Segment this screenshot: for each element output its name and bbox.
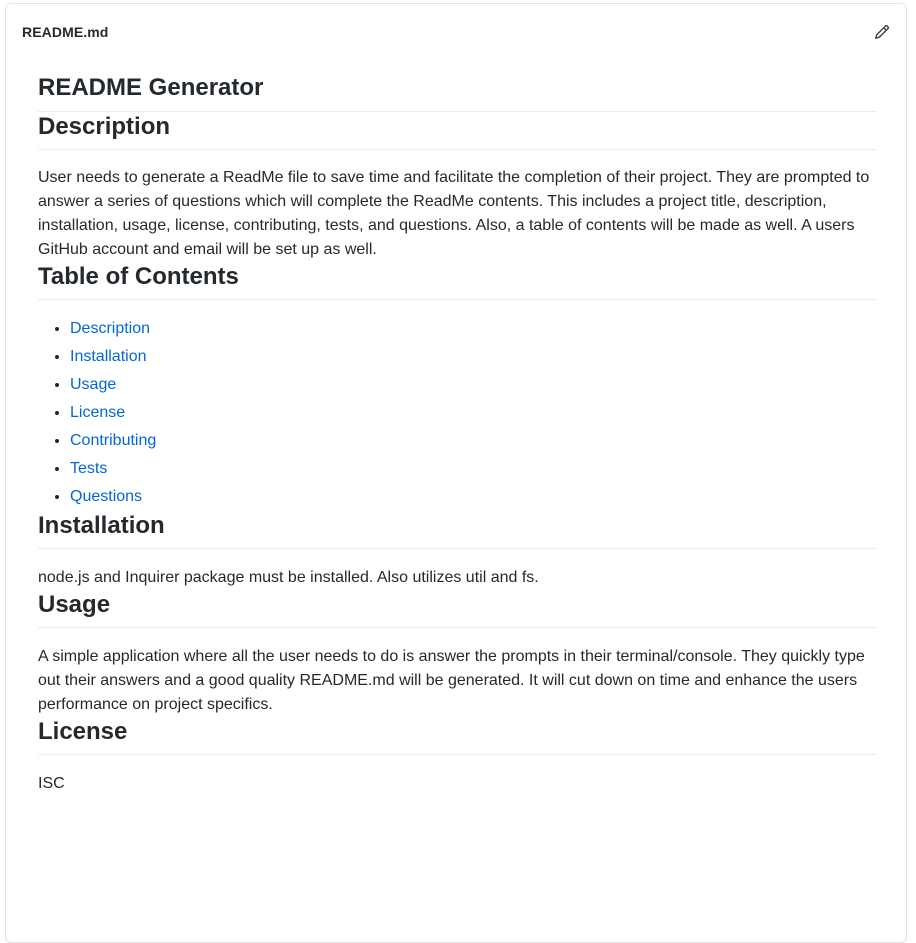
usage-text: A simple application where all the user … <box>38 648 865 713</box>
toc-link-contributing[interactable]: Contributing <box>70 432 156 449</box>
pencil-icon <box>874 24 890 39</box>
license-text: ISC <box>38 775 65 792</box>
edit-file-button[interactable] <box>870 20 894 44</box>
toc-item: Installation <box>70 343 876 371</box>
toc-link-usage[interactable]: Usage <box>70 376 116 393</box>
readme-header: README.md <box>6 4 906 59</box>
readme-container: README.md README Generator Description U… <box>5 3 907 943</box>
toc-heading: Table of Contents <box>38 262 876 300</box>
toc-item: Tests <box>70 455 876 483</box>
toc-item: Usage <box>70 371 876 399</box>
toc-link-license[interactable]: License <box>70 404 125 421</box>
toc-link-description[interactable]: Description <box>70 320 150 337</box>
installation-text: node.js and Inquirer package must be ins… <box>38 569 539 586</box>
description-heading: Description <box>38 112 876 150</box>
file-name: README.md <box>22 23 109 40</box>
readme-title: README Generator <box>38 59 876 112</box>
toc-link-tests[interactable]: Tests <box>70 460 107 477</box>
installation-heading: Installation <box>38 511 876 549</box>
markdown-body: README Generator Description User needs … <box>38 59 876 796</box>
toc-link-questions[interactable]: Questions <box>70 488 142 505</box>
toc-link-installation[interactable]: Installation <box>70 348 147 365</box>
usage-heading: Usage <box>38 590 876 628</box>
toc-item: Contributing <box>70 427 876 455</box>
toc-item: Description <box>70 315 876 343</box>
toc-list: Description Installation Usage License C… <box>38 315 876 511</box>
toc-item: Questions <box>70 483 876 511</box>
license-heading: License <box>38 717 876 755</box>
toc-item: License <box>70 399 876 427</box>
description-text: User needs to generate a ReadMe file to … <box>38 169 870 258</box>
